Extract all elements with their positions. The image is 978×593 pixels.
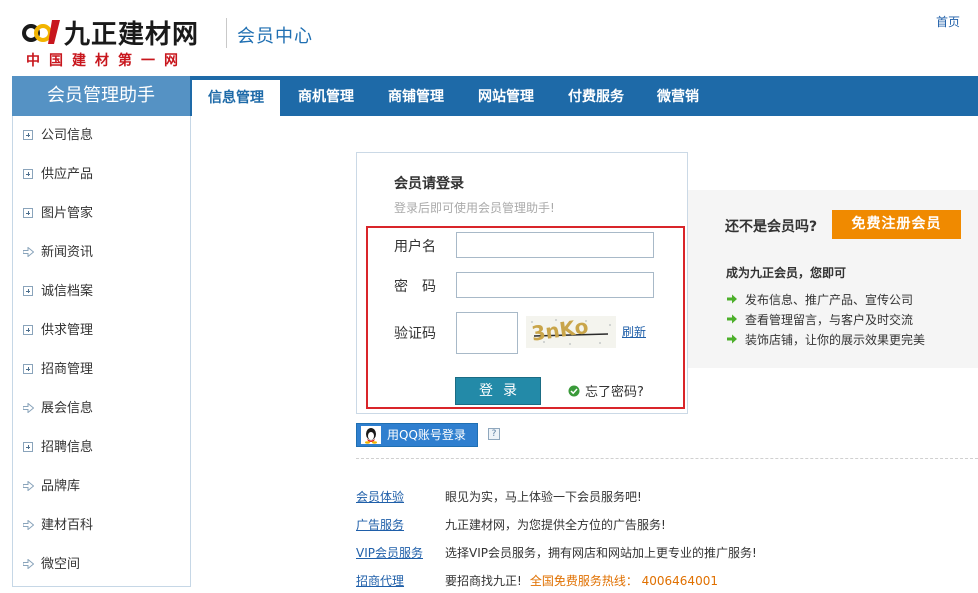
qq-penguin-icon — [361, 426, 381, 444]
check-circle-icon — [568, 385, 580, 397]
plus-box-icon — [23, 325, 33, 335]
sidebar-item-company-info[interactable]: 公司信息 — [13, 116, 190, 155]
header-divider — [226, 18, 227, 48]
password-label: 密 码 — [394, 279, 436, 295]
sidebar-item-label: 诚信档案 — [41, 284, 94, 299]
arrow-right-icon — [727, 314, 737, 324]
tab-paid-services[interactable]: 付费服务 — [552, 76, 640, 116]
sidebar-item-brands[interactable]: 品牌库 — [13, 467, 190, 506]
sidebar-item-label: 供应产品 — [41, 167, 94, 182]
promo-subtitle: 成为九正会员，您即可 — [726, 266, 847, 280]
service-desc: 眼见为实，马上体验一下会员服务吧! — [445, 490, 642, 504]
login-form: 用户名 密 码 验证码 3nKo 刷新 登录 忘了密码? — [366, 226, 685, 409]
service-desc: 选择VIP会员服务，拥有网店和网站加上更专业的推广服务! — [445, 546, 757, 560]
site-logo[interactable]: 九正建材网 中国建材第一网 — [22, 14, 222, 70]
logo-text: 九正建材网 — [64, 20, 200, 50]
nav-brand: 会员管理助手 — [12, 76, 190, 116]
sidebar-item-label: 品牌库 — [41, 479, 81, 494]
login-hint: 登录后即可使用会员管理助手! — [394, 201, 555, 215]
captcha-refresh-link[interactable]: 刷新 — [622, 323, 646, 340]
sidebar-item-credit-records[interactable]: 诚信档案 — [13, 272, 190, 311]
password-input[interactable] — [456, 272, 654, 298]
sidebar-item-image-manager[interactable]: 图片管家 — [13, 194, 190, 233]
benefit-item: 查看管理留言，与客户及时交流 — [726, 311, 913, 328]
sidebar-item-investment[interactable]: 招商管理 — [13, 350, 190, 389]
plus-box-icon — [23, 169, 33, 179]
benefit-item: 发布信息、推广产品、宣传公司 — [726, 291, 913, 308]
register-button[interactable]: 免费注册会员 — [832, 210, 961, 239]
sidebar-item-label: 新闻资讯 — [41, 245, 94, 260]
captcha-input[interactable] — [456, 312, 518, 354]
sidebar-item-supply-products[interactable]: 供应产品 — [13, 155, 190, 194]
arrow-right-icon — [23, 520, 34, 530]
qq-login-button[interactable]: 用QQ账号登录 — [356, 423, 478, 447]
hotline-text: 全国免费服务热线： 4006464001 — [529, 574, 718, 588]
username-input[interactable] — [456, 232, 654, 258]
sidebar-item-label: 图片管家 — [41, 206, 94, 221]
service-link-experience[interactable]: 会员体验 — [356, 488, 404, 505]
service-link-agency[interactable]: 招商代理 — [356, 572, 404, 589]
qq-login-label: 用QQ账号登录 — [387, 428, 466, 442]
sidebar-item-label: 建材百科 — [41, 518, 94, 533]
login-panel: 会员请登录 登录后即可使用会员管理助手! 用户名 密 码 验证码 3nKo 刷新… — [356, 152, 688, 414]
tab-shop-management[interactable]: 商铺管理 — [372, 76, 460, 116]
sidebar-item-label: 微空间 — [41, 557, 81, 572]
promo-question: 还不是会员吗? — [725, 219, 818, 235]
sidebar-item-label: 公司信息 — [41, 128, 94, 143]
benefit-text: 查看管理留言，与客户及时交流 — [745, 313, 914, 327]
sidebar: 公司信息 供应产品 图片管家 新闻资讯 诚信档案 供求管理 招商管理 展会信息 … — [12, 116, 191, 587]
plus-box-icon — [23, 442, 33, 452]
sidebar-item-encyclopedia[interactable]: 建材百科 — [13, 506, 190, 545]
service-link-vip[interactable]: VIP会员服务 — [356, 544, 423, 561]
plus-box-icon — [23, 286, 33, 296]
arrow-right-icon — [727, 294, 737, 304]
register-promo: 还不是会员吗? 免费注册会员 成为九正会员，您即可 发布信息、推广产品、宣传公司… — [688, 190, 978, 368]
service-link-advertising[interactable]: 广告服务 — [356, 516, 404, 533]
captcha-label: 验证码 — [394, 326, 436, 342]
plus-box-icon — [23, 130, 33, 140]
sidebar-item-label: 展会信息 — [41, 401, 94, 416]
logo-mark-icon — [22, 20, 60, 44]
login-title: 会员请登录 — [394, 176, 464, 192]
sidebar-item-label: 招商管理 — [41, 362, 94, 377]
home-link[interactable]: 首页 — [936, 13, 960, 30]
sidebar-item-label: 招聘信息 — [41, 440, 94, 455]
arrow-right-icon — [23, 247, 34, 257]
sidebar-item-label: 供求管理 — [41, 323, 94, 338]
captcha-image[interactable]: 3nKo — [526, 316, 616, 348]
divider — [356, 458, 978, 459]
forgot-password-link[interactable]: 忘了密码? — [585, 381, 644, 400]
sidebar-item-recruitment[interactable]: 招聘信息 — [13, 428, 190, 467]
tab-business-management[interactable]: 商机管理 — [282, 76, 370, 116]
service-desc: 要招商找九正! 全国免费服务热线： 4006464001 — [445, 572, 718, 589]
tab-info-management[interactable]: 信息管理 — [192, 80, 280, 116]
service-desc-text: 要招商找九正! — [445, 574, 522, 588]
page-title: 会员中心 — [237, 26, 313, 47]
benefit-text: 装饰店铺，让你的展示效果更完美 — [745, 333, 926, 347]
benefit-text: 发布信息、推广产品、宣传公司 — [745, 293, 914, 307]
tab-site-management[interactable]: 网站管理 — [462, 76, 550, 116]
sidebar-item-news[interactable]: 新闻资讯 — [13, 233, 190, 272]
arrow-right-icon — [23, 481, 34, 491]
plus-box-icon — [23, 208, 33, 218]
help-icon[interactable]: ? — [488, 428, 500, 440]
tab-micro-marketing[interactable]: 微营销 — [642, 76, 714, 116]
logo-subtitle: 中国建材第一网 — [26, 53, 187, 69]
arrow-right-icon — [23, 559, 34, 569]
sidebar-item-exhibitions[interactable]: 展会信息 — [13, 389, 190, 428]
sidebar-item-micro-space[interactable]: 微空间 — [13, 545, 190, 584]
sidebar-item-supply-demand[interactable]: 供求管理 — [13, 311, 190, 350]
plus-box-icon — [23, 364, 33, 374]
main-nav: 会员管理助手 信息管理 商机管理 商铺管理 网站管理 付费服务 微营销 — [12, 76, 978, 116]
username-label: 用户名 — [394, 239, 436, 255]
login-button[interactable]: 登录 — [455, 377, 541, 405]
arrow-right-icon — [23, 403, 34, 413]
service-desc: 九正建材网，为您提供全方位的广告服务! — [445, 518, 666, 532]
arrow-right-icon — [727, 334, 737, 344]
benefit-item: 装饰店铺，让你的展示效果更完美 — [726, 331, 925, 348]
